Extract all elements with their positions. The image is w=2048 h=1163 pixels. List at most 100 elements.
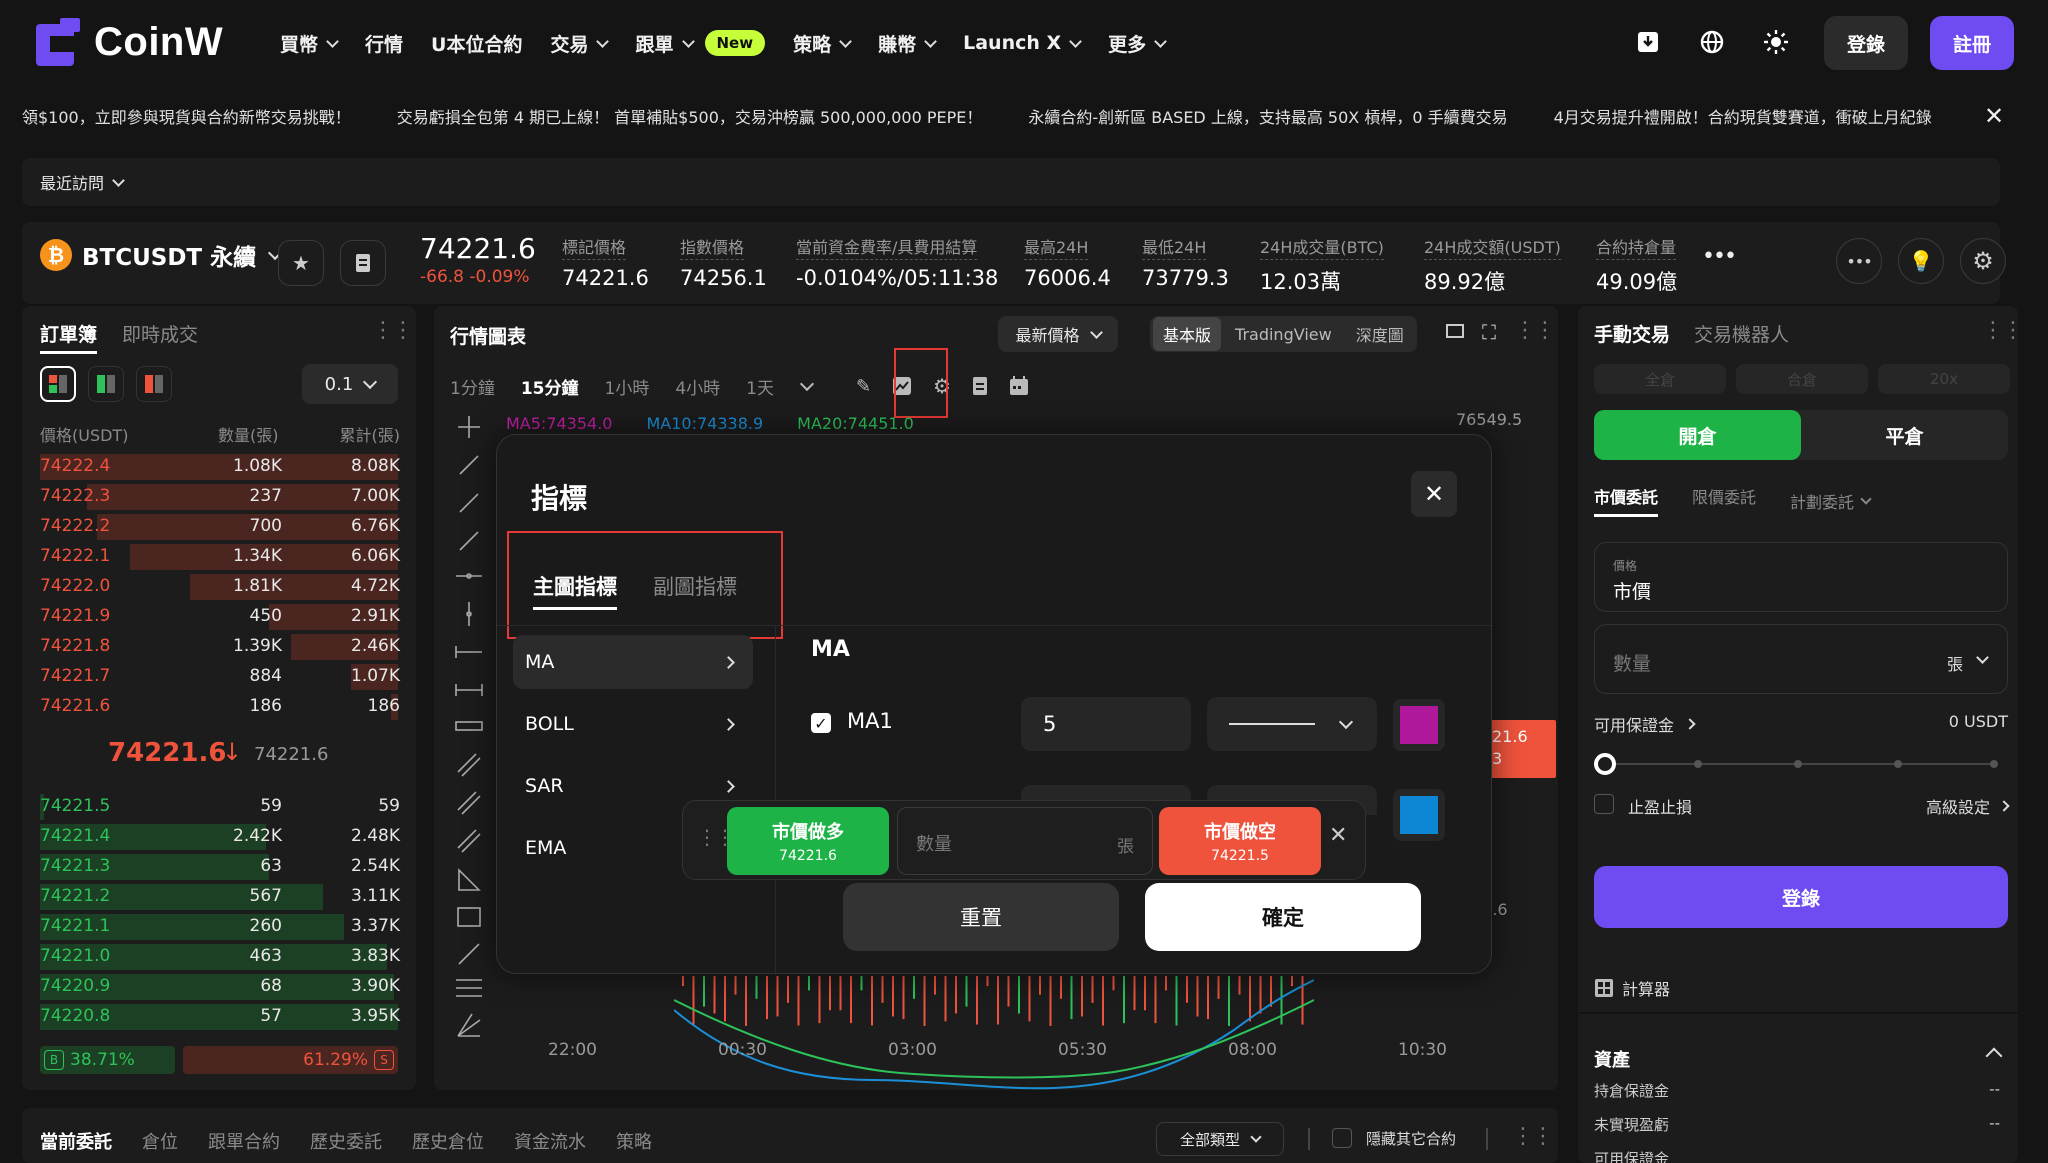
fullscreen-icon[interactable]: ⛶ [1482, 320, 1496, 344]
settings-button[interactable]: ⚙ [1960, 238, 2006, 284]
ask-row[interactable]: 74222.3 237 7.00K [22, 482, 416, 512]
orders-tab-4[interactable]: 歷史倉位 [412, 1128, 484, 1154]
indicator-item-0[interactable]: MA [513, 635, 753, 689]
segment-tool-icon[interactable] [459, 531, 479, 551]
window-icon[interactable] [1446, 324, 1464, 338]
fib-levels-icon[interactable] [456, 979, 482, 997]
reset-button[interactable]: 重置 [843, 883, 1119, 951]
nav-item-2[interactable]: U本位合約 [431, 26, 522, 60]
ask-row[interactable]: 74222.4 1.08K 8.08K [22, 452, 416, 482]
timeframe-0[interactable]: 1分鐘 [450, 374, 495, 399]
close-icon[interactable]: ✕ [1329, 823, 1347, 848]
drag-handle-icon[interactable]: ⋮⋮ [1512, 1124, 1554, 1149]
nav-item-4[interactable]: 跟單 New [635, 26, 766, 60]
bid-row[interactable]: 74221.4 2.42K 2.48K [22, 822, 416, 852]
brand-logo[interactable]: CoinW [36, 18, 223, 66]
price-field[interactable]: 價格 市價 [1594, 542, 2008, 612]
tab-limit-order[interactable]: 限價委託 [1692, 484, 1756, 517]
arrow-tool-icon[interactable] [458, 943, 480, 965]
amount-slider[interactable] [1594, 752, 1998, 776]
timeframe-4[interactable]: 1天 [746, 374, 774, 399]
indicator-item-1[interactable]: BOLL [513, 697, 753, 751]
crosshair-icon[interactable] [458, 416, 480, 438]
hline-tool-icon[interactable] [456, 573, 482, 579]
ma1-period-input[interactable]: 5 [1021, 697, 1191, 751]
margin-mode-0[interactable]: 全倉 [1594, 364, 1726, 394]
confirm-button[interactable]: 確定 [1145, 883, 1421, 951]
calculator-link[interactable]: 計算器 [1594, 976, 1670, 1000]
drag-handle-icon[interactable]: ⋮⋮ [372, 318, 414, 343]
tpsl-checkbox[interactable] [1594, 794, 1614, 814]
nav-item-6[interactable]: 賺幣 [878, 26, 937, 60]
view-asks-button[interactable] [136, 366, 172, 402]
download-icon[interactable] [1630, 24, 1666, 60]
margin-mode-2[interactable]: 20x [1878, 364, 2010, 394]
rectangle-tool-icon[interactable] [457, 907, 481, 927]
recent-visits[interactable]: 最近訪問 [22, 158, 2000, 206]
view-tradingview[interactable]: TradingView [1225, 320, 1342, 349]
slider-thumb[interactable] [1594, 753, 1616, 775]
contract-info-button[interactable] [340, 240, 386, 286]
timeframe-1[interactable]: 15分鐘 [521, 374, 579, 399]
more-stats-icon[interactable]: ••• [1702, 244, 1737, 269]
margin-mode-1[interactable]: 合倉 [1736, 364, 1868, 394]
more-options-button[interactable]: ••• [1836, 238, 1882, 284]
open-position-tab[interactable]: 開倉 [1594, 410, 1801, 460]
bid-row[interactable]: 74220.9 68 3.90K [22, 972, 416, 1002]
advanced-settings-link[interactable]: 高級設定 [1926, 794, 2010, 818]
price-type-select[interactable]: 最新價格 [998, 316, 1118, 352]
gann-tool-icon[interactable] [457, 1013, 481, 1037]
nav-item-0[interactable]: 買幣 [280, 26, 339, 60]
drag-handle-icon[interactable]: ⋮⋮ [1514, 318, 1556, 343]
ticker-item[interactable]: 交易虧損全包第 4 期已上線！ 首單補貼$500，交易沖榜贏 500,000,0… [397, 104, 983, 128]
ray-tool-icon[interactable] [459, 493, 479, 513]
tab-trades[interactable]: 即時成交 [122, 320, 198, 347]
ma1-line-style-select[interactable] [1207, 697, 1377, 751]
market-buy-button[interactable]: 市價做多 74221.6 [727, 807, 889, 875]
orders-tab-3[interactable]: 歷史委託 [310, 1128, 382, 1154]
symbol-selector[interactable]: ₿ BTCUSDT 永續 [40, 238, 283, 272]
tab-main-indicator[interactable]: 主圖指標 [533, 571, 617, 610]
nav-item-7[interactable]: Launch X [963, 26, 1083, 60]
precision-select[interactable]: 0.1 [302, 364, 398, 404]
bid-row[interactable]: 74220.8 57 3.95K [22, 1002, 416, 1032]
ma2-color-picker[interactable] [1393, 789, 1445, 841]
pencil-icon[interactable]: ✎ [856, 376, 871, 397]
quick-qty-input[interactable]: 數量 張 [897, 807, 1153, 875]
theme-sun-icon[interactable] [1758, 24, 1794, 60]
text-tool-icon[interactable] [455, 721, 483, 731]
bid-row[interactable]: 74221.2 567 3.11K [22, 882, 416, 912]
ask-row[interactable]: 74221.8 1.39K 2.46K [22, 632, 416, 662]
ticker-item[interactable]: 永續合約-創新區 BASED 上線，支持最高 50X 槓桿，0 手續費交易 [1028, 104, 1507, 128]
ma1-checkbox[interactable]: ✓ [811, 713, 831, 733]
close-icon[interactable]: ✕ [1984, 102, 2004, 130]
view-basic[interactable]: 基本版 [1153, 317, 1222, 351]
tab-trading-bot[interactable]: 交易機器人 [1694, 320, 1789, 347]
view-bids-button[interactable] [88, 366, 124, 402]
parallel-channel-icon[interactable] [457, 753, 481, 777]
market-sell-button[interactable]: 市價做空 74221.5 [1159, 807, 1321, 875]
register-button[interactable]: 註冊 [1930, 16, 2014, 70]
line-tool-icon[interactable] [459, 455, 479, 475]
drag-handle-icon[interactable]: ⋮⋮ [1982, 318, 2024, 343]
tab-plan-order[interactable]: 計劃委託 [1790, 484, 1872, 517]
bid-row[interactable]: 74221.1 260 3.37K [22, 912, 416, 942]
triangle-tool-icon[interactable] [458, 868, 481, 891]
tab-manual-trade[interactable]: 手動交易 [1594, 320, 1670, 347]
available-margin-link[interactable]: 可用保證金 [1594, 712, 1696, 736]
orders-tab-2[interactable]: 跟單合約 [208, 1128, 280, 1154]
modal-close-button[interactable]: ✕ [1411, 471, 1457, 517]
template-doc-icon[interactable] [971, 376, 989, 396]
order-type-filter[interactable]: 全部類型 [1156, 1122, 1284, 1156]
orders-tab-6[interactable]: 策略 [616, 1128, 652, 1154]
hray-tool-icon[interactable] [455, 646, 482, 658]
close-position-tab[interactable]: 平倉 [1801, 410, 2008, 460]
view-depth[interactable]: 深度圖 [1346, 317, 1414, 351]
ticker-item[interactable]: 領$100，立即參與現貨與合約新幣交易挑戰！ [22, 104, 351, 128]
chevron-up-icon[interactable] [1985, 1047, 2003, 1065]
tips-button[interactable]: 💡 [1898, 238, 1944, 284]
nav-item-5[interactable]: 策略 [793, 26, 852, 60]
tf-more-chevron-icon[interactable] [799, 376, 815, 391]
orders-tab-1[interactable]: 倉位 [142, 1128, 178, 1154]
vline-tool-icon[interactable] [466, 602, 472, 626]
